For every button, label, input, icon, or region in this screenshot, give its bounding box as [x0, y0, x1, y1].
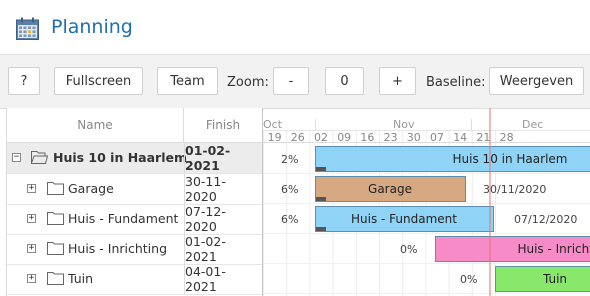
- progress-indicator: [316, 197, 326, 201]
- expand-toggle[interactable]: +: [27, 244, 36, 253]
- day-label: 07: [430, 131, 444, 144]
- task-end-date: 30/11/2020: [483, 183, 546, 196]
- gantt-chart: Oct Nov Dec 19 26 02 09 16 23 30 07 14 21 28 Huis 10…: [263, 108, 590, 296]
- task-name: Garage: [68, 181, 114, 196]
- baseline-dropdown[interactable]: Weergeven: [489, 67, 584, 95]
- zoom-level-field[interactable]: 0: [325, 67, 364, 95]
- task-row[interactable]: + Tuin 04-01-2021: [7, 264, 263, 295]
- task-row[interactable]: + Garage 30-11-2020: [7, 174, 263, 205]
- task-bar-label: Huis - Inrichting: [517, 242, 590, 256]
- task-bar[interactable]: Huis - Inrichting: [435, 236, 590, 262]
- task-finish: 01-02-2021: [184, 234, 262, 264]
- progress-indicator: [316, 167, 326, 171]
- task-bar[interactable]: Tuin: [495, 266, 590, 292]
- baseline-label: Baseline:: [426, 75, 486, 90]
- gantt-timeline: Oct Nov Dec 19 26 02 09 16 23 30 07 14 21 28 Huis 10…: [263, 108, 590, 296]
- task-end-date: 07/12/2020: [514, 213, 577, 226]
- app-header: Planning: [0, 0, 590, 54]
- task-bar[interactable]: Garage: [315, 176, 466, 202]
- task-finish: 07-12-2020: [184, 204, 262, 234]
- day-label: 14: [453, 131, 467, 144]
- task-finish: 01-02-2021: [184, 143, 262, 173]
- column-header-finish[interactable]: Finish: [184, 108, 262, 142]
- day-label: 21: [476, 131, 490, 144]
- task-finish: 30-11-2020: [184, 174, 262, 204]
- month-label: Oct: [263, 118, 283, 131]
- task-percent: 0%: [460, 273, 477, 286]
- calendar-icon: [16, 17, 39, 40]
- task-bar[interactable]: Huis 10 in Haarlem: [315, 146, 590, 172]
- task-row[interactable]: + Huis - Inrichting 01-02-2021: [7, 234, 263, 265]
- folder-icon: [47, 272, 64, 285]
- task-percent: 2%: [281, 153, 298, 166]
- task-percent: 0%: [400, 243, 417, 256]
- folder-icon: [47, 242, 64, 255]
- task-bar-label: Garage: [368, 182, 412, 196]
- task-row[interactable]: − Huis 10 in Haarlem 01-02-2021: [7, 143, 263, 174]
- team-button[interactable]: Team: [157, 67, 218, 95]
- collapse-toggle[interactable]: −: [12, 153, 21, 162]
- fullscreen-button[interactable]: Fullscreen: [54, 67, 143, 95]
- task-name: Huis - Fundament: [68, 211, 179, 226]
- toolbar: ? Fullscreen Team Zoom: - 0 + Baseline: …: [0, 54, 590, 109]
- task-name: Huis - Inrichting: [68, 241, 168, 256]
- folder-icon: [47, 182, 64, 195]
- day-label: 02: [314, 131, 328, 144]
- column-header-name[interactable]: Name: [7, 108, 184, 142]
- zoom-label: Zoom:: [227, 75, 269, 90]
- zoom-out-button[interactable]: -: [273, 67, 309, 95]
- month-label: Nov: [393, 118, 415, 131]
- zoom-in-button[interactable]: +: [379, 67, 416, 95]
- expand-toggle[interactable]: +: [27, 184, 36, 193]
- day-label: 16: [360, 131, 374, 144]
- task-bar-label: Huis - Fundament: [351, 212, 457, 226]
- expand-toggle[interactable]: +: [27, 274, 36, 283]
- folder-open-icon: [31, 151, 48, 164]
- task-bar[interactable]: Huis - Fundament: [315, 206, 494, 232]
- day-label: 19: [268, 131, 282, 144]
- help-button[interactable]: ?: [8, 67, 40, 95]
- task-grid: Name Finish − Huis 10 in Haarlem 01-02-2…: [6, 108, 263, 296]
- progress-indicator: [316, 227, 326, 231]
- task-bar-label: Huis 10 in Haarlem: [453, 152, 568, 166]
- task-bar-label: Tuin: [542, 272, 567, 286]
- folder-icon: [47, 212, 64, 225]
- task-name: Tuin: [68, 271, 94, 286]
- day-label: 30: [407, 131, 421, 144]
- day-label: 09: [337, 131, 351, 144]
- task-percent: 6%: [281, 183, 298, 196]
- day-label: 26: [291, 131, 305, 144]
- day-label: 23: [384, 131, 398, 144]
- task-row[interactable]: + Huis - Fundament 07-12-2020: [7, 204, 263, 235]
- expand-toggle[interactable]: +: [27, 214, 36, 223]
- day-label: 28: [500, 131, 514, 144]
- task-finish: 04-01-2021: [184, 264, 262, 294]
- month-label: Dec: [522, 118, 543, 131]
- page-title: Planning: [51, 16, 133, 38]
- task-name: Huis 10 in Haarlem: [53, 150, 188, 165]
- grid-header: Name Finish: [7, 108, 263, 143]
- task-percent: 6%: [281, 213, 298, 226]
